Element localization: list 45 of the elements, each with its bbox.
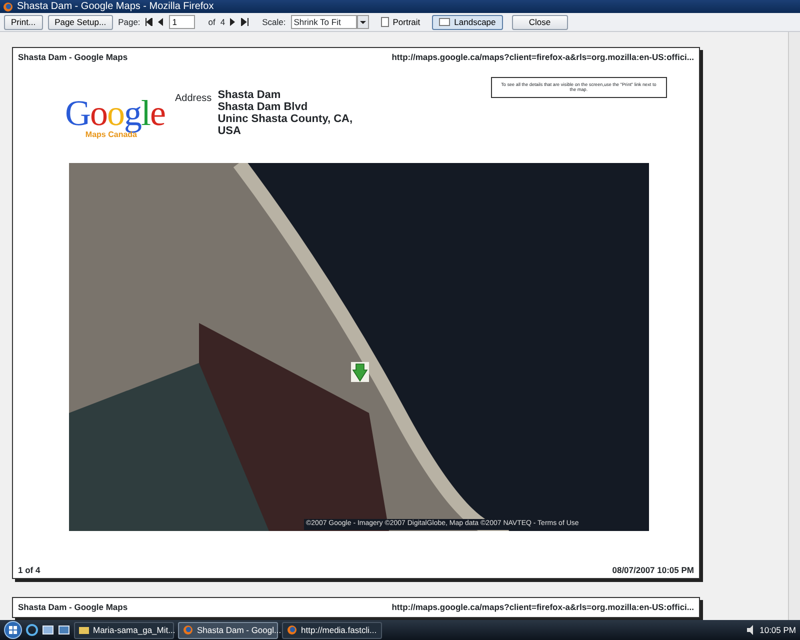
firefox-icon bbox=[287, 625, 297, 635]
page-number-field[interactable]: 1 bbox=[169, 15, 196, 29]
page-footer-number: 1 of 4 bbox=[17, 564, 42, 577]
page-count: 4 bbox=[220, 16, 226, 28]
page-header-title: Shasta Dam - Google Maps bbox=[17, 601, 129, 614]
close-button[interactable]: Close bbox=[512, 14, 568, 30]
page-header-url: http://maps.google.ca/maps?client=firefox-a&rls=org.mozilla:en-US:offici... bbox=[390, 601, 695, 614]
page-header-title: Shasta Dam - Google Maps bbox=[17, 51, 129, 64]
start-button[interactable] bbox=[4, 621, 22, 639]
page-setup-button[interactable]: Page Setup... bbox=[48, 14, 114, 30]
firefox-icon bbox=[3, 2, 13, 12]
page-label: Page: bbox=[118, 16, 140, 28]
taskbar-button[interactable]: http://media.fastcli... bbox=[282, 622, 382, 638]
firefox-icon bbox=[183, 625, 193, 635]
page-footer-date: 08/07/2007 10:05 PM bbox=[611, 564, 695, 577]
landscape-button[interactable]: Landscape bbox=[432, 14, 503, 30]
address-line: Shasta Dam Blvd bbox=[218, 100, 309, 113]
google-logo: Google bbox=[65, 94, 165, 131]
map-marker-icon bbox=[351, 362, 369, 382]
previous-page-icon[interactable] bbox=[158, 18, 164, 26]
address-line: Shasta Dam bbox=[218, 88, 282, 101]
first-page-icon[interactable] bbox=[145, 18, 154, 26]
browser-icon[interactable] bbox=[26, 624, 38, 636]
portrait-page-icon bbox=[380, 17, 389, 27]
window-title: Shasta Dam - Google Maps - Mozilla Firefox bbox=[17, 0, 214, 13]
last-page-icon[interactable] bbox=[241, 18, 250, 26]
logo-subtitle: Maps Canada bbox=[85, 130, 137, 141]
of-label: of bbox=[208, 16, 216, 28]
dropdown-caret-icon[interactable] bbox=[356, 15, 369, 29]
taskbar-button[interactable]: Shasta Dam - Googl... bbox=[178, 622, 278, 638]
address-line: Uninc Shasta County, CA, USA bbox=[218, 112, 354, 137]
scale-label: Scale: bbox=[262, 16, 286, 28]
vertical-scrollbar[interactable] bbox=[788, 32, 800, 620]
print-button[interactable]: Print... bbox=[4, 14, 43, 30]
taskbar-button[interactable]: Maria-sama_ga_Mit... bbox=[74, 622, 174, 638]
landscape-page-icon bbox=[439, 18, 450, 26]
taskbar-clock: 10:05 PM bbox=[760, 624, 796, 636]
speaker-icon bbox=[746, 625, 756, 635]
folder-icon bbox=[79, 625, 89, 635]
page-header-url: http://maps.google.ca/maps?client=firefox-a&rls=org.mozilla:en-US:offici... bbox=[390, 51, 695, 64]
window-icon[interactable] bbox=[42, 624, 54, 636]
portrait-button[interactable]: Portrait bbox=[374, 14, 428, 30]
next-page-icon[interactable] bbox=[230, 18, 236, 26]
desktop-icon[interactable] bbox=[58, 624, 70, 636]
address-label: Address bbox=[175, 92, 212, 106]
